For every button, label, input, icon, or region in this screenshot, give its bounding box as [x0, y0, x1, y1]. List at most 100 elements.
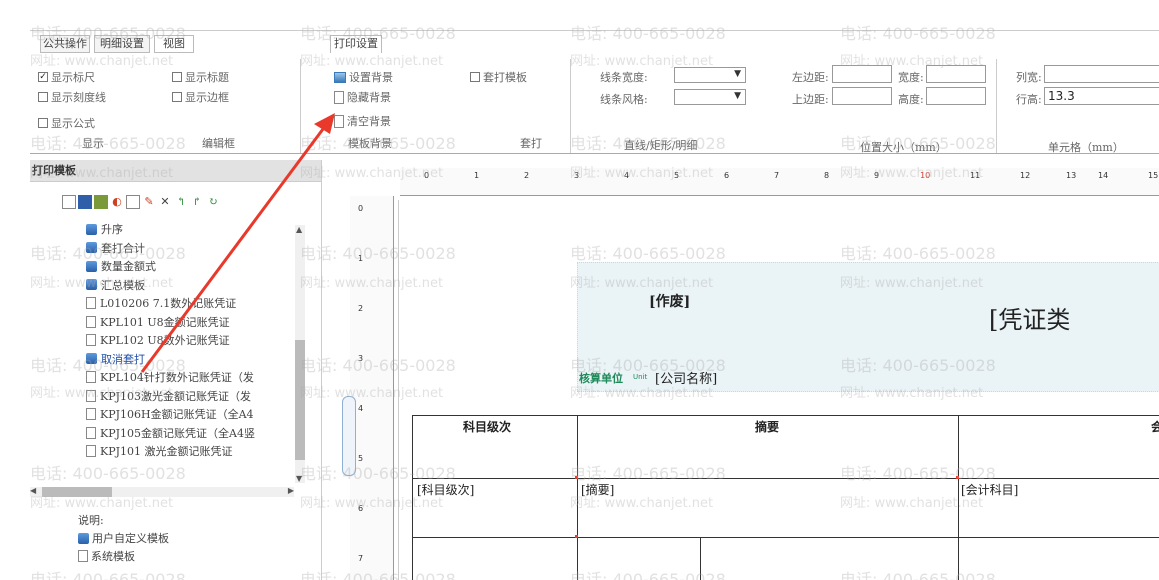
resize-handle[interactable]: [575, 476, 578, 479]
tree-item[interactable]: 套打合计: [86, 239, 314, 258]
template-toolbar: ◐ ✎ ✕ ↰ ↱ ↻: [62, 195, 220, 209]
top-margin-input[interactable]: [832, 87, 892, 105]
tree-item[interactable]: KPJ103激光金额记账凭证（发: [86, 387, 314, 406]
user-icon: [86, 353, 97, 365]
tree-horizontal-scrollbar[interactable]: ◀ ▶: [30, 486, 294, 497]
table-cell: [412, 537, 578, 580]
show-title-checkbox[interactable]: 显示标题: [172, 69, 229, 85]
horizontal-ruler: 0 1 2 3 4 5 6 7 8 9 10 11 12 13 14 15: [400, 168, 1159, 196]
tree-vertical-scrollbar[interactable]: ▲ ▼: [295, 225, 305, 483]
scroll-thumb[interactable]: [42, 487, 112, 497]
scroll-up-icon[interactable]: ▲: [296, 225, 302, 234]
ribbon-toolbar: 公共操作 明细设置 视图 打印设置 ✓ 显示标尺 显示标题 显示刻度线 显示边框 …: [30, 30, 1159, 154]
refresh-icon[interactable]: ↻: [206, 195, 220, 209]
tab-view[interactable]: 视图: [154, 35, 194, 53]
document-icon: [86, 426, 96, 439]
display-group-label: 显示: [82, 137, 104, 150]
hide-background-button[interactable]: 隐藏背景: [334, 89, 391, 105]
delete-icon[interactable]: ✕: [158, 195, 172, 209]
subject-level-field[interactable]: [科目级次]: [417, 481, 474, 498]
width-label: 宽度:: [898, 71, 924, 84]
summary-field[interactable]: [摘要]: [581, 481, 614, 498]
unit-label-en: Unit: [633, 373, 648, 381]
height-input[interactable]: [926, 87, 986, 105]
save-icon[interactable]: [78, 195, 92, 209]
document-icon: [86, 334, 96, 347]
tree-item[interactable]: 数量金额式: [86, 257, 314, 276]
panel-title: 打印模板: [30, 160, 321, 182]
line-width-select[interactable]: ▼: [674, 67, 746, 83]
show-formula-checkbox[interactable]: 显示公式: [38, 115, 95, 131]
clear-background-button[interactable]: 清空背景: [334, 113, 391, 129]
tree-item[interactable]: KPL101 U8金额记账凭证: [86, 313, 314, 332]
set-background-button[interactable]: 设置背景: [334, 69, 393, 85]
tree-item[interactable]: L010206 7.1数外记账凭证: [86, 294, 314, 313]
tree-item[interactable]: KPL104针打数外记账凭证（发: [86, 368, 314, 387]
user-icon: [78, 532, 89, 544]
tree-item[interactable]: 汇总模板: [86, 276, 314, 295]
row-height-input[interactable]: 13.3: [1044, 87, 1159, 105]
unit-label: 核算单位: [579, 372, 623, 385]
row-height-label: 行高:: [1016, 93, 1042, 106]
ruler-label: 2: [358, 304, 364, 313]
user-icon: [86, 242, 97, 254]
new-icon[interactable]: [62, 195, 76, 209]
voucher-type-field[interactable]: [凭证类: [989, 300, 1070, 335]
width-input[interactable]: [926, 65, 986, 83]
scroll-down-icon[interactable]: ▼: [296, 474, 302, 483]
resize-handle[interactable]: [575, 535, 578, 538]
left-margin-input[interactable]: [832, 65, 892, 83]
table-cell: [577, 537, 701, 580]
height-label: 高度:: [898, 93, 924, 106]
ruler-label: 1: [474, 171, 480, 180]
tab-public-ops[interactable]: 公共操作: [40, 35, 90, 53]
tree-item[interactable]: 升序: [86, 220, 314, 239]
column-width-input[interactable]: [1044, 65, 1159, 83]
document-icon: [86, 315, 96, 328]
import-icon[interactable]: ◐: [110, 195, 124, 209]
company-name-field[interactable]: [公司名称]: [655, 368, 717, 387]
ruler-label: 5: [358, 454, 364, 463]
ruler-label: 7: [774, 171, 780, 180]
tree-item[interactable]: KPJ101 激光金额记账凭证: [86, 442, 314, 461]
scroll-thumb[interactable]: [295, 340, 305, 460]
image-icon: [334, 71, 346, 83]
show-tick-checkbox[interactable]: 显示刻度线: [38, 89, 106, 105]
tree-item[interactable]: KPL102 U8数外记账凭证: [86, 331, 314, 350]
ruler-label: 14: [1098, 171, 1109, 180]
ruler-label: 1: [358, 254, 364, 263]
voucher-canvas[interactable]: [作废] [凭证类 核算单位 Unit [公司名称] 科目级次 摘要 会 [科目…: [398, 200, 1159, 580]
copy-icon[interactable]: [126, 195, 140, 209]
account-field[interactable]: [会计科目]: [961, 481, 1018, 498]
table-cell: [700, 537, 959, 580]
resize-handle[interactable]: [956, 476, 959, 479]
document-icon: [86, 445, 96, 458]
tab-detail-settings[interactable]: 明细设置: [94, 35, 150, 53]
scroll-left-icon[interactable]: ◀: [30, 486, 36, 495]
scroll-right-icon[interactable]: ▶: [288, 486, 294, 495]
overprint-template-checkbox[interactable]: 套打模板: [470, 69, 527, 85]
tree-item[interactable]: KPJ106H金额记账凭证（全A4: [86, 405, 314, 424]
show-border-checkbox[interactable]: 显示边框: [172, 89, 229, 105]
edit-icon[interactable]: ✎: [142, 195, 156, 209]
move-down-icon[interactable]: ↱: [190, 195, 204, 209]
void-field[interactable]: [作废]: [649, 291, 690, 311]
ruler-label: 0: [358, 204, 364, 213]
panel-splitter-handle[interactable]: [342, 396, 356, 476]
move-up-icon[interactable]: ↰: [174, 195, 188, 209]
ruler-label: 3: [358, 354, 364, 363]
tree-item[interactable]: KPJ105金额记账凭证（全A4竖: [86, 424, 314, 443]
dropdown-arrow-icon: ▼: [734, 91, 741, 101]
document-icon: [78, 550, 88, 562]
save-as-icon[interactable]: [94, 195, 108, 209]
edit-box-label: 编辑框: [202, 137, 235, 150]
tab-print-settings[interactable]: 打印设置: [330, 35, 382, 53]
top-margin-label: 上边距:: [792, 93, 829, 106]
line-style-select[interactable]: ▼: [674, 89, 746, 105]
document-icon: [334, 90, 344, 104]
legend-user-template: 用户自定义模板: [78, 530, 169, 546]
tree-item-cancel-overprint[interactable]: 取消套打: [86, 350, 314, 369]
ruler-label: 13: [1066, 171, 1077, 180]
show-ruler-checkbox[interactable]: ✓ 显示标尺: [38, 69, 95, 85]
left-margin-label: 左边距:: [792, 71, 829, 84]
